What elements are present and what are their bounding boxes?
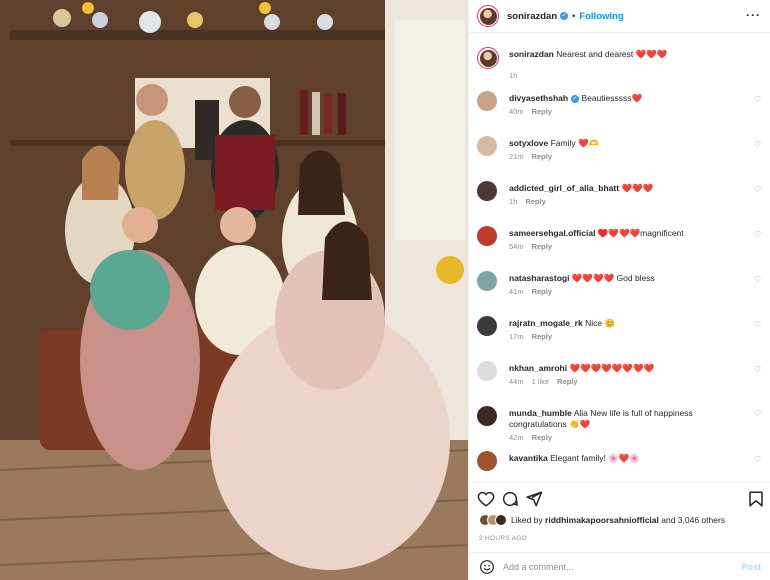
separator-dot: •: [572, 11, 576, 21]
reply-button[interactable]: Reply: [532, 332, 552, 341]
action-bar: [469, 482, 770, 512]
commenter-avatar[interactable]: [477, 181, 497, 201]
family-photo-image: [0, 0, 468, 580]
reply-button[interactable]: Reply: [532, 107, 552, 116]
comment-item: rajratn_mogale_rk Nice 😊 17m Reply ♡: [477, 316, 761, 356]
reply-button[interactable]: Reply: [532, 433, 552, 442]
comment-username[interactable]: sotyxlove: [509, 138, 548, 148]
commenter-avatar[interactable]: [477, 406, 497, 426]
reply-button[interactable]: Reply: [532, 152, 552, 161]
comment-item: kavantika Elegant family! 🌸❤️🌸 ♡: [477, 451, 761, 480]
comment-item: addicted_girl_of_alia_bhatt ❤️❤️❤️ 1h Rep…: [477, 181, 761, 221]
bookmark-icon[interactable]: [747, 490, 765, 508]
comment-item: munda_humble Alia New life is full of ha…: [477, 406, 761, 446]
comment-username[interactable]: natasharastogi: [509, 273, 569, 283]
comment-item: sotyxlove Family ❤️🫶 21m Reply ♡: [477, 136, 761, 176]
comment-username[interactable]: nkhan_amrohi: [509, 363, 567, 373]
comment-text: Family ❤️🫶: [550, 138, 600, 148]
post-header: sonirazdan ✓ • Following ···: [469, 0, 770, 33]
comment-like-heart-icon[interactable]: ♡: [754, 140, 761, 149]
more-horizontal-icon[interactable]: ···: [746, 8, 761, 22]
liked-by-user[interactable]: riddhimakapoorsahniofficial: [545, 515, 659, 525]
commenter-avatar[interactable]: [477, 136, 497, 156]
commenter-avatar[interactable]: [477, 226, 497, 246]
commenter-avatar[interactable]: [477, 316, 497, 336]
caption-text: Nearest and dearest ❤️❤️❤️: [556, 49, 668, 59]
post-comment-button[interactable]: Post: [741, 562, 761, 572]
comment-like-heart-icon[interactable]: ♡: [754, 275, 761, 284]
comment-time: 17m: [509, 332, 524, 341]
post-username[interactable]: sonirazdan: [507, 11, 557, 22]
comment-like-heart-icon[interactable]: ♡: [754, 185, 761, 194]
comment-username[interactable]: munda_humble: [509, 408, 572, 418]
reply-button[interactable]: Reply: [532, 242, 552, 251]
post-photo: [0, 0, 468, 580]
comment-time: 21m: [509, 152, 524, 161]
comment-like-heart-icon[interactable]: ♡: [754, 409, 761, 418]
caption: sonirazdan Nearest and dearest ❤️❤️❤️ 1h: [477, 47, 761, 83]
comment-like-heart-icon[interactable]: ♡: [754, 365, 761, 374]
verified-badge-icon: ✓: [560, 12, 569, 20]
comment-text: ♥️❤️❤️❤️magnificent: [597, 228, 684, 238]
comment-username[interactable]: kavantika: [509, 453, 548, 463]
send-icon[interactable]: [525, 490, 543, 508]
comment-text: Elegant family! 🌸❤️🌸: [550, 453, 640, 463]
comment-username[interactable]: sameersehgal.official: [509, 228, 595, 238]
comment-icon[interactable]: [501, 490, 519, 508]
comment-item: sameersehgal.official ♥️❤️❤️❤️magnificen…: [477, 226, 761, 266]
commenter-avatar[interactable]: [477, 271, 497, 291]
comment-likes[interactable]: 1 like: [532, 377, 550, 386]
commenter-avatar[interactable]: [477, 91, 497, 111]
comment-text: Beautiesssss❤️: [581, 93, 643, 103]
comment-text: Nice 😊: [585, 318, 616, 328]
comment-username[interactable]: addicted_girl_of_alia_bhatt: [509, 183, 619, 193]
comment-username[interactable]: divyasethshah: [509, 93, 568, 103]
comment-like-heart-icon[interactable]: ♡: [754, 95, 761, 104]
comment-time: 40m: [509, 107, 524, 116]
caption-time: 1h: [509, 71, 518, 80]
liked-by-label: Liked by: [511, 515, 543, 525]
add-comment-bar: Post: [469, 552, 770, 580]
liker-avatars: [479, 514, 507, 526]
comment-item: divyasethshah ✓ Beautiesssss❤️ 40m Reply ♡: [477, 91, 761, 131]
comment-time: 1h: [509, 197, 518, 206]
caption-username[interactable]: sonirazdan: [509, 49, 554, 59]
post-timestamp: 2 HOURS AGO: [479, 535, 528, 542]
comment-time: 54m: [509, 242, 524, 251]
comment-item: nkhan_amrohi ❤️❤️❤️❤️❤️❤️❤️❤️ 44m 1 like R…: [477, 361, 761, 401]
add-comment-input[interactable]: [503, 561, 733, 572]
comment-item: natasharastogi ❤️❤️❤️❤️ God bless 41m Rep…: [477, 271, 761, 311]
comments-list[interactable]: sonirazdan Nearest and dearest ❤️❤️❤️ 1h…: [469, 33, 770, 480]
liked-by-others[interactable]: and 3,046 others: [661, 515, 725, 525]
following-button[interactable]: Following: [579, 11, 623, 22]
commenter-avatar[interactable]: [477, 451, 497, 471]
likes-summary: Liked by riddhimakapoorsahniofficial and…: [479, 514, 725, 526]
comment-time: 41m: [509, 287, 524, 296]
comment-like-heart-icon[interactable]: ♡: [754, 455, 761, 464]
comment-text: ❤️❤️❤️❤️❤️❤️❤️❤️: [569, 363, 655, 373]
comment-username[interactable]: rajratn_mogale_rk: [509, 318, 583, 328]
comment-like-heart-icon[interactable]: ♡: [754, 230, 761, 239]
reply-button[interactable]: Reply: [557, 377, 577, 386]
comment-text: ❤️❤️❤️❤️ God bless: [571, 273, 655, 283]
comment-like-heart-icon[interactable]: ♡: [754, 320, 761, 329]
post-details-panel: sonirazdan ✓ • Following ··· sonirazdan …: [468, 0, 770, 580]
reply-button[interactable]: Reply: [525, 197, 545, 206]
smiley-icon[interactable]: [479, 559, 495, 575]
comment-time: 42m: [509, 433, 524, 442]
commenter-avatar[interactable]: [477, 361, 497, 381]
comment-text: ❤️❤️❤️: [621, 183, 654, 193]
heart-icon[interactable]: [477, 490, 495, 508]
avatar[interactable]: [477, 5, 499, 27]
comment-time: 44m: [509, 377, 524, 386]
reply-button[interactable]: Reply: [532, 287, 552, 296]
verified-badge-icon: ✓: [571, 95, 580, 103]
caption-avatar[interactable]: [477, 47, 499, 69]
